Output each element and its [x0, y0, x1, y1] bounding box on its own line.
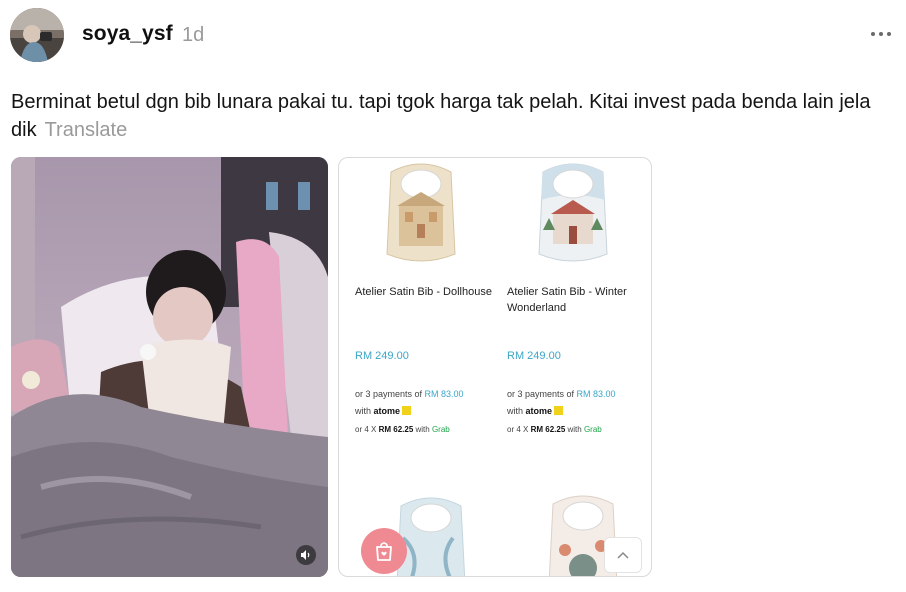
- atome-icon: [554, 406, 564, 415]
- installment-amount: RM 83.00: [424, 389, 464, 399]
- product-price: RM 249.00: [355, 350, 409, 362]
- product-price: RM 249.00: [507, 350, 561, 362]
- grab-line: or 4 X RM 62.25 with Grab: [355, 425, 450, 434]
- product-name[interactable]: Atelier Satin Bib - Winter Wonderland: [507, 284, 647, 316]
- bib-winter-wonderland-image: [538, 163, 608, 262]
- atome-logo-text: atome: [373, 406, 401, 416]
- grab-amount: RM 62.25: [530, 425, 566, 434]
- installment-prefix: or 3 payments of: [355, 389, 425, 399]
- with-label: with: [355, 406, 372, 416]
- post-caption: Berminat betul dgn bib lunara pakai tu. …: [11, 88, 901, 144]
- atome-line: with atome: [355, 406, 412, 416]
- installment-text: or 3 payments of RM 83.00: [355, 389, 464, 399]
- installment-amount: RM 83.00: [576, 389, 616, 399]
- shop-screenshot[interactable]: Atelier Satin Bib - Dollhouse RM 249.00 …: [338, 157, 652, 577]
- avatar[interactable]: [10, 8, 64, 62]
- atome-icon: [402, 406, 412, 415]
- translate-link[interactable]: Translate: [45, 119, 128, 141]
- grab-prefix: or 4 X: [507, 425, 531, 434]
- thread-post: soya_ysf 1d Berminat betul dgn bib lunar…: [0, 0, 906, 592]
- grab-prefix: or 4 X: [355, 425, 379, 434]
- installment-prefix: or 3 payments of: [507, 389, 577, 399]
- baby-photo-image: [11, 157, 328, 577]
- caption-text: Berminat betul dgn bib lunara pakai tu. …: [11, 91, 871, 141]
- shopping-bag-heart-icon[interactable]: [361, 528, 407, 574]
- atome-line: with atome: [507, 406, 564, 416]
- grab-with: with: [565, 425, 584, 434]
- with-label: with: [507, 406, 524, 416]
- mute-icon[interactable]: [296, 545, 316, 565]
- post-time: 1d: [182, 24, 205, 46]
- grab-amount: RM 62.25: [378, 425, 414, 434]
- post-photo[interactable]: [11, 157, 328, 577]
- installment-text: or 3 payments of RM 83.00: [507, 389, 616, 399]
- product-name[interactable]: Atelier Satin Bib - Dollhouse: [355, 284, 495, 300]
- grab-logo-text: Grab: [583, 425, 602, 434]
- chevron-up-icon[interactable]: [604, 537, 642, 573]
- grab-logo-text: Grab: [431, 425, 450, 434]
- grab-with: with: [413, 425, 432, 434]
- bib-third-image: [396, 497, 466, 576]
- atome-logo-text: atome: [525, 406, 553, 416]
- bib-dollhouse-image: [386, 163, 456, 262]
- more-icon[interactable]: [866, 22, 896, 46]
- grab-line: or 4 X RM 62.25 with Grab: [507, 425, 602, 434]
- username[interactable]: soya_ysf: [82, 22, 173, 46]
